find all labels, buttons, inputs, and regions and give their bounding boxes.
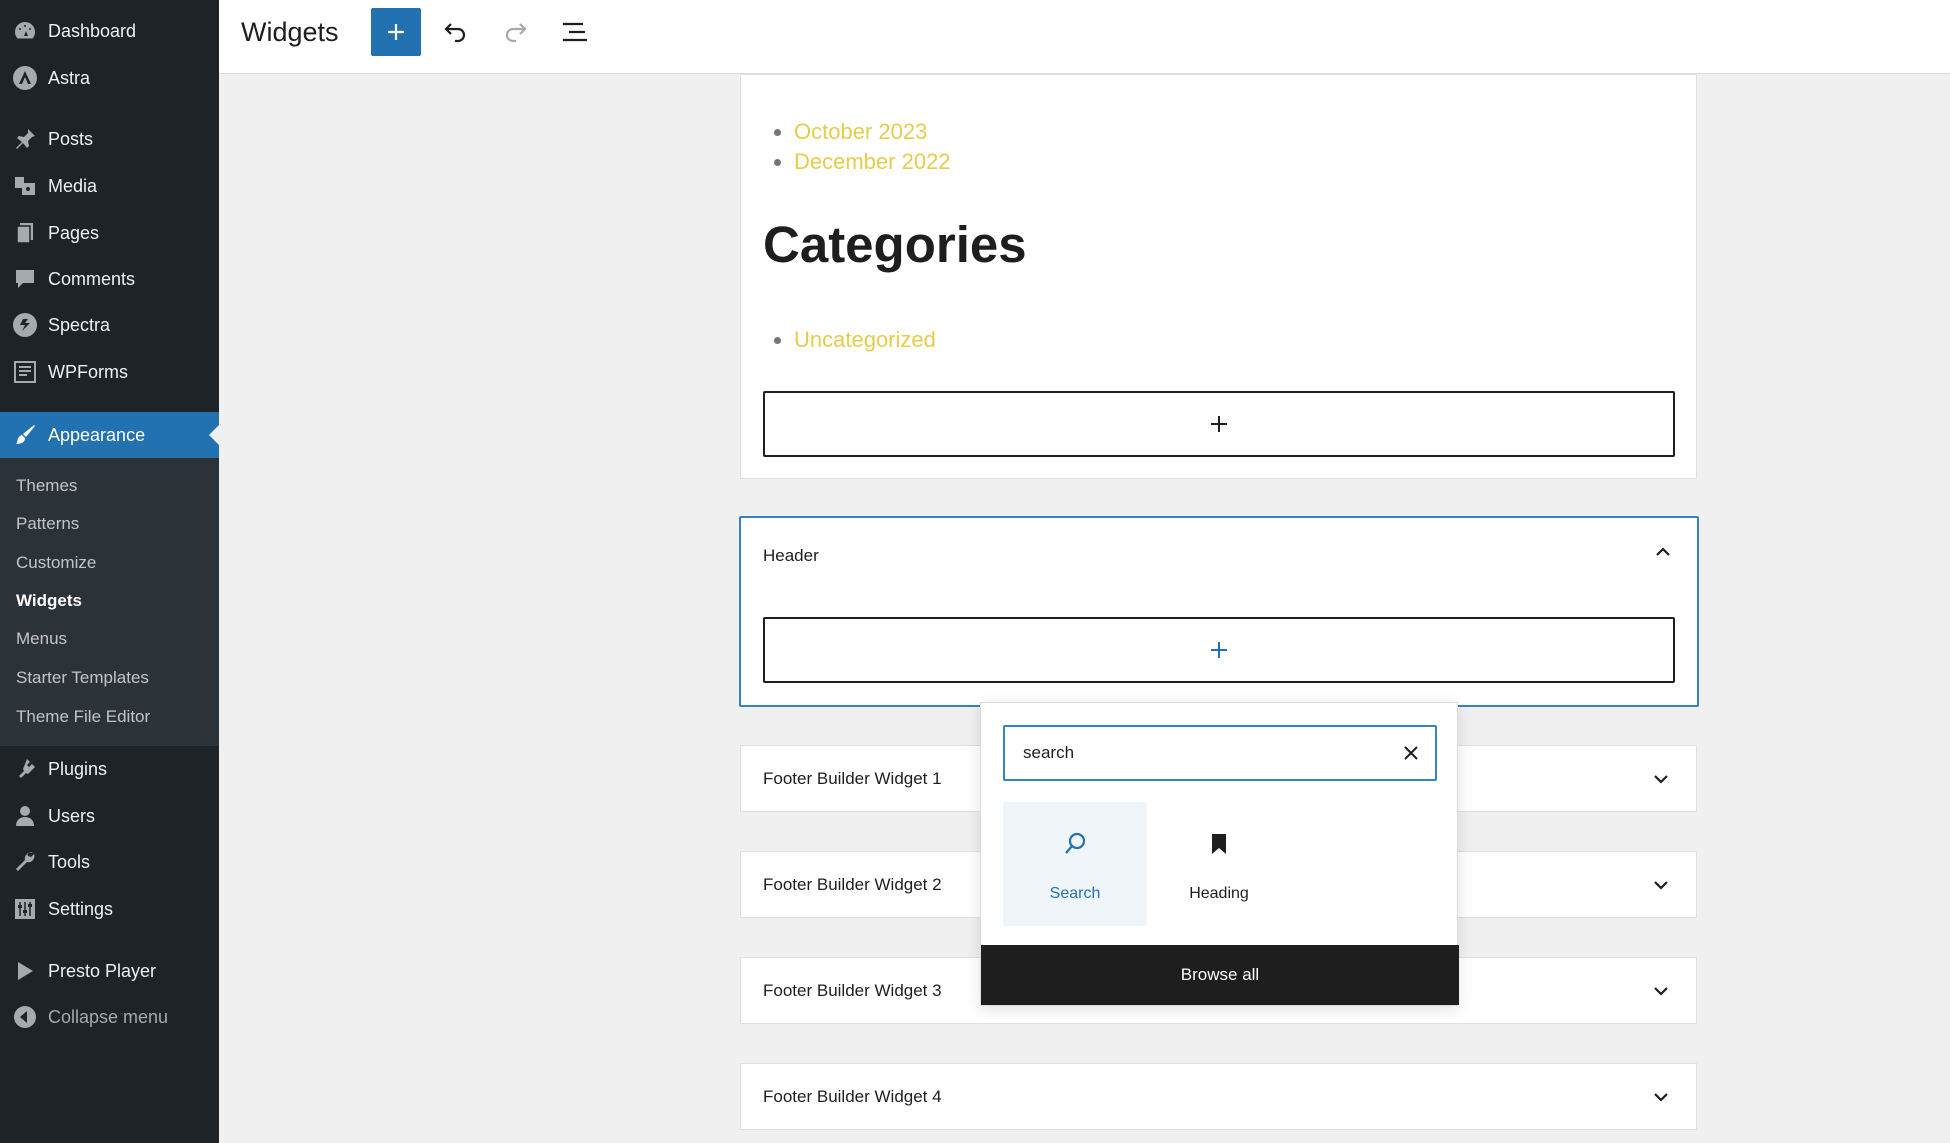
wrench-icon <box>12 849 38 875</box>
bookmark-icon <box>1212 834 1226 854</box>
category-link[interactable]: Uncategorized <box>794 325 936 355</box>
menu-appearance[interactable]: Appearance <box>0 412 219 458</box>
menu-comments-label: Comments <box>48 268 136 289</box>
menu-wpforms-label: WPForms <box>48 361 128 382</box>
comments-icon <box>12 266 38 292</box>
pin-icon <box>12 126 38 152</box>
categories-heading: Categories <box>763 216 1027 273</box>
menu-dashboard-label: Dashboard <box>48 20 137 41</box>
pages-icon <box>12 220 38 246</box>
collapse-icon <box>12 1004 38 1030</box>
chevron-down-icon[interactable] <box>1650 980 1672 1002</box>
paintbrush-icon <box>12 422 38 448</box>
presto-player-icon <box>12 958 38 984</box>
menu-plugins-label: Plugins <box>48 758 108 779</box>
widget-area-title: Footer Builder Widget 1 <box>763 769 942 788</box>
menu-pages-label: Pages <box>48 222 100 243</box>
submenu-widgets[interactable]: Widgets <box>16 591 82 611</box>
menu-dashboard[interactable]: Dashboard <box>0 9 219 53</box>
editor-toolbar: Widgets <box>219 0 1950 74</box>
menu-posts-label: Posts <box>48 128 94 149</box>
menu-appearance-label: Appearance <box>48 424 146 445</box>
appearance-submenu: Themes Patterns Customize Widgets Menus … <box>0 458 219 746</box>
submenu-patterns[interactable]: Patterns <box>16 514 79 534</box>
settings-icon <box>12 896 38 922</box>
close-icon <box>1404 746 1418 760</box>
wpforms-icon <box>12 359 38 385</box>
submenu-customize[interactable]: Customize <box>16 553 96 573</box>
redo-button[interactable] <box>495 12 535 52</box>
block-result-label: Search <box>1049 885 1101 902</box>
list-view-button[interactable] <box>555 12 595 52</box>
users-icon <box>12 803 38 829</box>
page-title: Widgets <box>241 17 339 47</box>
redo-icon <box>505 23 527 43</box>
menu-comments[interactable]: Comments <box>0 257 219 301</box>
menu-plugins[interactable]: Plugins <box>0 747 219 791</box>
menu-tools-label: Tools <box>48 851 91 872</box>
plus-icon <box>1211 642 1227 658</box>
collapse-menu-label: Collapse menu <box>48 1006 169 1027</box>
menu-media-label: Media <box>48 175 98 196</box>
widget-area-footer-4[interactable]: Footer Builder Widget 4 <box>740 1063 1697 1130</box>
archive-link[interactable]: December 2022 <box>794 147 951 177</box>
menu-tools[interactable]: Tools <box>0 840 219 884</box>
block-result-search[interactable]: Search <box>1003 802 1147 926</box>
astra-icon <box>12 65 38 91</box>
categories-list: Uncategorized <box>794 325 936 355</box>
menu-settings-label: Settings <box>48 898 114 919</box>
menu-media[interactable]: Media <box>0 164 219 208</box>
menu-settings[interactable]: Settings <box>0 887 219 931</box>
media-icon <box>12 173 38 199</box>
collapse-menu-button[interactable]: Collapse menu <box>0 995 219 1039</box>
widget-area-title: Footer Builder Widget 3 <box>763 981 942 1000</box>
block-result-label: Heading <box>1189 885 1249 902</box>
submenu-themes[interactable]: Themes <box>16 476 77 496</box>
chevron-down-icon[interactable] <box>1650 768 1672 790</box>
plus-icon <box>388 24 404 40</box>
chevron-down-icon[interactable] <box>1650 874 1672 896</box>
submenu-starter-templates[interactable]: Starter Templates <box>16 668 149 688</box>
widget-area-title: Footer Builder Widget 2 <box>763 875 942 894</box>
clear-search-button[interactable] <box>1399 741 1423 765</box>
menu-wpforms[interactable]: WPForms <box>0 350 219 394</box>
list-view-icon <box>563 22 587 42</box>
block-appender[interactable] <box>763 617 1675 683</box>
menu-spectra[interactable]: Spectra <box>0 303 219 347</box>
chevron-down-icon[interactable] <box>1650 1086 1672 1108</box>
menu-spectra-label: Spectra <box>48 314 111 335</box>
menu-posts[interactable]: Posts <box>0 117 219 161</box>
widget-area-header[interactable]: Header <box>739 516 1699 707</box>
menu-presto-player[interactable]: Presto Player <box>0 949 219 993</box>
browse-all-button[interactable]: Browse all <box>981 945 1459 1005</box>
quick-inserter-popover: Search Heading Browse all <box>980 702 1459 1006</box>
search-icon <box>1065 832 1086 854</box>
widget-area-main: October 2023 December 2022 Categories Un… <box>740 74 1697 479</box>
menu-users-label: Users <box>48 805 96 826</box>
dashboard-icon <box>12 18 38 44</box>
plus-icon <box>1211 416 1227 432</box>
inserter-search-box <box>1003 725 1437 781</box>
admin-sidebar: Dashboard Astra Posts Media Pages Commen… <box>0 0 219 1143</box>
undo-button[interactable] <box>436 12 476 52</box>
add-block-button[interactable] <box>371 8 421 56</box>
spectra-icon <box>12 312 38 338</box>
undo-icon <box>444 23 466 43</box>
submenu-menus[interactable]: Menus <box>16 629 67 649</box>
chevron-up-icon[interactable] <box>1652 541 1674 563</box>
widget-area-title: Footer Builder Widget 4 <box>763 1087 942 1106</box>
archive-link[interactable]: October 2023 <box>794 117 951 147</box>
menu-astra-label: Astra <box>48 67 91 88</box>
menu-presto-player-label: Presto Player <box>48 960 157 981</box>
block-appender[interactable] <box>763 391 1675 457</box>
menu-users[interactable]: Users <box>0 794 219 838</box>
menu-astra[interactable]: Astra <box>0 56 219 100</box>
archives-list: October 2023 December 2022 <box>794 117 951 177</box>
block-result-heading[interactable]: Heading <box>1147 802 1291 926</box>
submenu-theme-file-editor[interactable]: Theme File Editor <box>16 707 150 727</box>
menu-pages[interactable]: Pages <box>0 211 219 255</box>
widget-area-title: Header <box>763 546 819 565</box>
plugin-icon <box>12 756 38 782</box>
inserter-search-input[interactable] <box>1023 741 1383 765</box>
